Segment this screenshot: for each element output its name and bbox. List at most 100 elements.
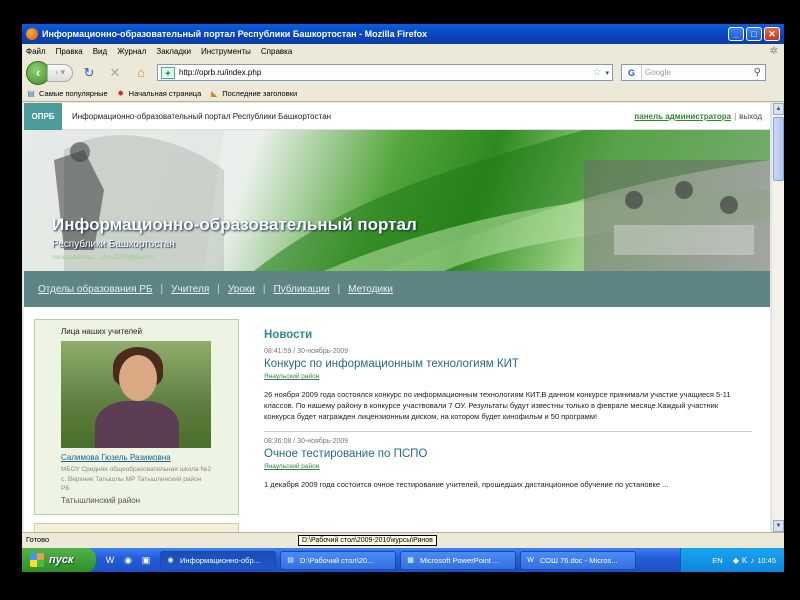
close-button[interactable]: ✕ [764, 27, 780, 41]
firefox-icon: ◉ [167, 557, 174, 564]
menu-history[interactable]: Журнал [117, 47, 146, 56]
teacher-district: Татышлинский район [61, 496, 141, 505]
maximize-button[interactable]: □ [746, 27, 762, 41]
banner-subtitle: Республики Башкортостан [52, 239, 175, 250]
search-icon[interactable]: ⚲ [754, 67, 761, 78]
scrollbar-thumb[interactable] [773, 117, 784, 181]
teacher-name-link[interactable]: Салимова Гюзель Разимовна [61, 453, 171, 462]
menu-edit[interactable]: Правка [56, 47, 83, 56]
photo-face [119, 355, 157, 401]
task-label: СОШ 76.doc - Micros... [540, 555, 618, 565]
divider [264, 431, 752, 432]
menu-view[interactable]: Вид [93, 47, 107, 56]
menu-tools[interactable]: Инструменты [201, 47, 251, 56]
menubar: Файл Правка Вид Журнал Закладки Инструме… [22, 44, 784, 59]
menu-methods[interactable]: Методики [348, 284, 393, 295]
rss-icon: ◣ [211, 89, 218, 98]
menu-lessons[interactable]: Уроки [228, 284, 255, 295]
bookmark-latest-headlines[interactable]: ◣ Последние заголовки [209, 89, 297, 99]
clock[interactable]: 10:45 [757, 556, 776, 565]
firefox-icon [26, 28, 38, 40]
separator: | [160, 283, 164, 295]
bookmark-home-page[interactable]: ✸ Начальная страница [116, 89, 201, 99]
bookmark-label: Самые популярные [39, 89, 108, 98]
separator: | [337, 283, 341, 295]
tray-icon[interactable]: ◆ [733, 556, 739, 565]
task-label: Microsoft PowerPoint ... [420, 555, 500, 565]
task-explorer[interactable]: ▤ D:\Рабочий стол\20... [280, 550, 396, 570]
address-bar[interactable]: ◈ http://oprb.ru/index.php ☆ ▾ [157, 64, 613, 81]
news-text: 26 ноября 2009 года состоялся конкурс по… [264, 390, 731, 421]
menu-publications[interactable]: Публикации [273, 284, 329, 295]
url-text[interactable]: http://oprb.ru/index.php [179, 68, 593, 77]
folder-icon: ▤ [27, 89, 35, 98]
news-title[interactable]: Очное тестирование по ПСПО [264, 448, 754, 460]
minimize-button[interactable]: _ [728, 27, 744, 41]
news-title[interactable]: Конкурс по информационным технологиям КИ… [264, 358, 754, 370]
stop-icon[interactable]: ✕ [105, 63, 125, 83]
news-source-link[interactable]: Янаульский район [264, 373, 754, 380]
menu-teachers[interactable]: Учителя [171, 284, 209, 295]
vertical-scrollbar[interactable]: ▲ ▼ [771, 103, 784, 532]
status-text: Готово [26, 535, 50, 544]
separator: | [734, 111, 737, 121]
search-engine-icon[interactable]: G [622, 65, 642, 80]
scroll-down-button[interactable]: ▼ [773, 520, 784, 532]
news-section: Новости 08:41:59 / 30-ноябрь-2009 Конкур… [264, 329, 754, 490]
banner-user: пользователь: ...dre.2007@mail.ru [52, 254, 154, 261]
news-heading: Новости [264, 329, 313, 341]
volume-icon[interactable]: ♪ [750, 556, 754, 565]
taskbar: пуск W ◉ ▣ ◉ Информационно-обр... ▤ D:\Раб… [22, 548, 784, 572]
admin-panel-link[interactable]: панель администратора [634, 112, 731, 121]
system-tray: EN ◆ K ♪ 10:45 [680, 548, 784, 572]
task-firefox[interactable]: ◉ Информационно-обр... [160, 550, 276, 570]
logout-link[interactable]: выход [739, 112, 762, 121]
bookmarks-toolbar: ▤ Самые популярные ✸ Начальная страница ◣ П… [22, 86, 784, 102]
start-button[interactable]: пуск [22, 548, 96, 572]
site-logo[interactable]: ОПРБ [24, 103, 62, 130]
word-icon[interactable]: W [102, 552, 118, 568]
menu-bookmarks[interactable]: Закладки [156, 47, 191, 56]
folder-icon: ▤ [287, 557, 294, 564]
bookmark-most-visited[interactable]: ▤ Самые популярные [26, 89, 108, 99]
bookmark-label: Последние заголовки [222, 89, 298, 98]
task-powerpoint[interactable]: ▦ Microsoft PowerPoint ... [400, 550, 516, 570]
word-icon: W [527, 556, 534, 564]
start-label: пуск [49, 554, 74, 566]
menu-help[interactable]: Справка [261, 47, 292, 56]
desktop-icon[interactable]: ▣ [138, 552, 154, 568]
throbber-icon: ✲ [769, 46, 778, 57]
site-identity-icon[interactable]: ◈ [161, 66, 175, 79]
news-date: 08:41:59 / 30-ноябрь-2009 [264, 348, 349, 355]
navigation-toolbar: ‹ › ▾ ↻ ✕ ⌂ ◈ http://oprb.ru/index.php ☆… [22, 59, 784, 86]
menu-file[interactable]: Файл [26, 47, 46, 56]
site-main-menu: Отделы образования РБ | Учителя | Уроки | П… [24, 271, 770, 307]
tooltip: D:\Рабочий стол\2009-2010\курсы\Рянов [298, 535, 437, 546]
antivirus-icon[interactable]: K [742, 556, 747, 565]
teacher-school: МБОУ Средняя общеобразовательная школа №… [61, 466, 211, 492]
search-box[interactable]: G Google ⚲ [621, 64, 766, 81]
news-source-link[interactable]: Янаульский район [264, 463, 754, 470]
reload-icon[interactable]: ↻ [79, 63, 99, 83]
scroll-up-button[interactable]: ▲ [773, 103, 784, 115]
news-date: 08:36:08 / 30-ноябрь-2009 [264, 438, 349, 445]
firefox-quicklaunch-icon[interactable]: ◉ [120, 552, 136, 568]
menu-departments[interactable]: Отделы образования РБ [38, 284, 153, 295]
forward-button[interactable]: › ▾ [47, 63, 73, 82]
banner-title: Информационно-образовательный портал [52, 215, 417, 234]
search-input[interactable]: Google [642, 68, 754, 77]
bookmark-star-icon[interactable]: ☆ [593, 67, 602, 78]
web-page: ОПРБ Информационно-образовательный порта… [24, 103, 770, 532]
site-banner: Информационно-образовательный портал Рес… [24, 130, 770, 271]
teacher-caption: Лица наших учителей [61, 327, 142, 336]
chevron-down-icon[interactable]: ▾ [605, 69, 609, 77]
quick-launch: W ◉ ▣ [102, 552, 156, 568]
page-viewport: ОПРБ Информационно-образовательный порта… [22, 103, 784, 532]
window-title: Информационно-образовательный портал Рес… [42, 29, 428, 39]
windows-logo-icon [30, 553, 44, 567]
sidebar-box-2 [34, 523, 239, 532]
home-icon[interactable]: ⌂ [131, 63, 151, 83]
language-indicator[interactable]: EN [712, 556, 722, 565]
teacher-photo[interactable] [61, 341, 211, 448]
task-word[interactable]: W СОШ 76.doc - Micros... [520, 550, 636, 570]
